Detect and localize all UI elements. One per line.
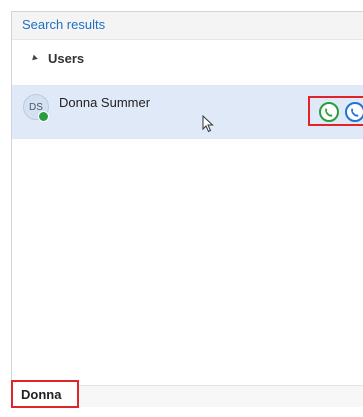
mouse-pointer-icon (202, 115, 214, 133)
contact-search-window: Search results Users DS Donna Summer Don… (0, 0, 363, 417)
group-header-users[interactable]: Users (12, 48, 363, 72)
presence-available-icon (38, 111, 49, 122)
phone-circle-icon (325, 108, 333, 117)
video-call-button[interactable] (345, 102, 363, 122)
group-label: Users (48, 51, 85, 66)
call-actions (308, 96, 363, 126)
results-header: Search results (12, 12, 363, 40)
collapse-caret-icon[interactable] (30, 54, 38, 63)
search-results-panel: Search results Users DS Donna Summer Don… (11, 11, 363, 408)
audio-call-button[interactable] (319, 102, 339, 122)
search-input-value: Donna (21, 387, 62, 402)
phone-circle-icon (351, 108, 359, 117)
contact-row[interactable]: DS Donna Summer (12, 85, 363, 139)
contact-name: Donna Summer (59, 95, 151, 110)
results-title: Search results (22, 17, 106, 32)
search-input[interactable]: Donna (11, 380, 79, 408)
